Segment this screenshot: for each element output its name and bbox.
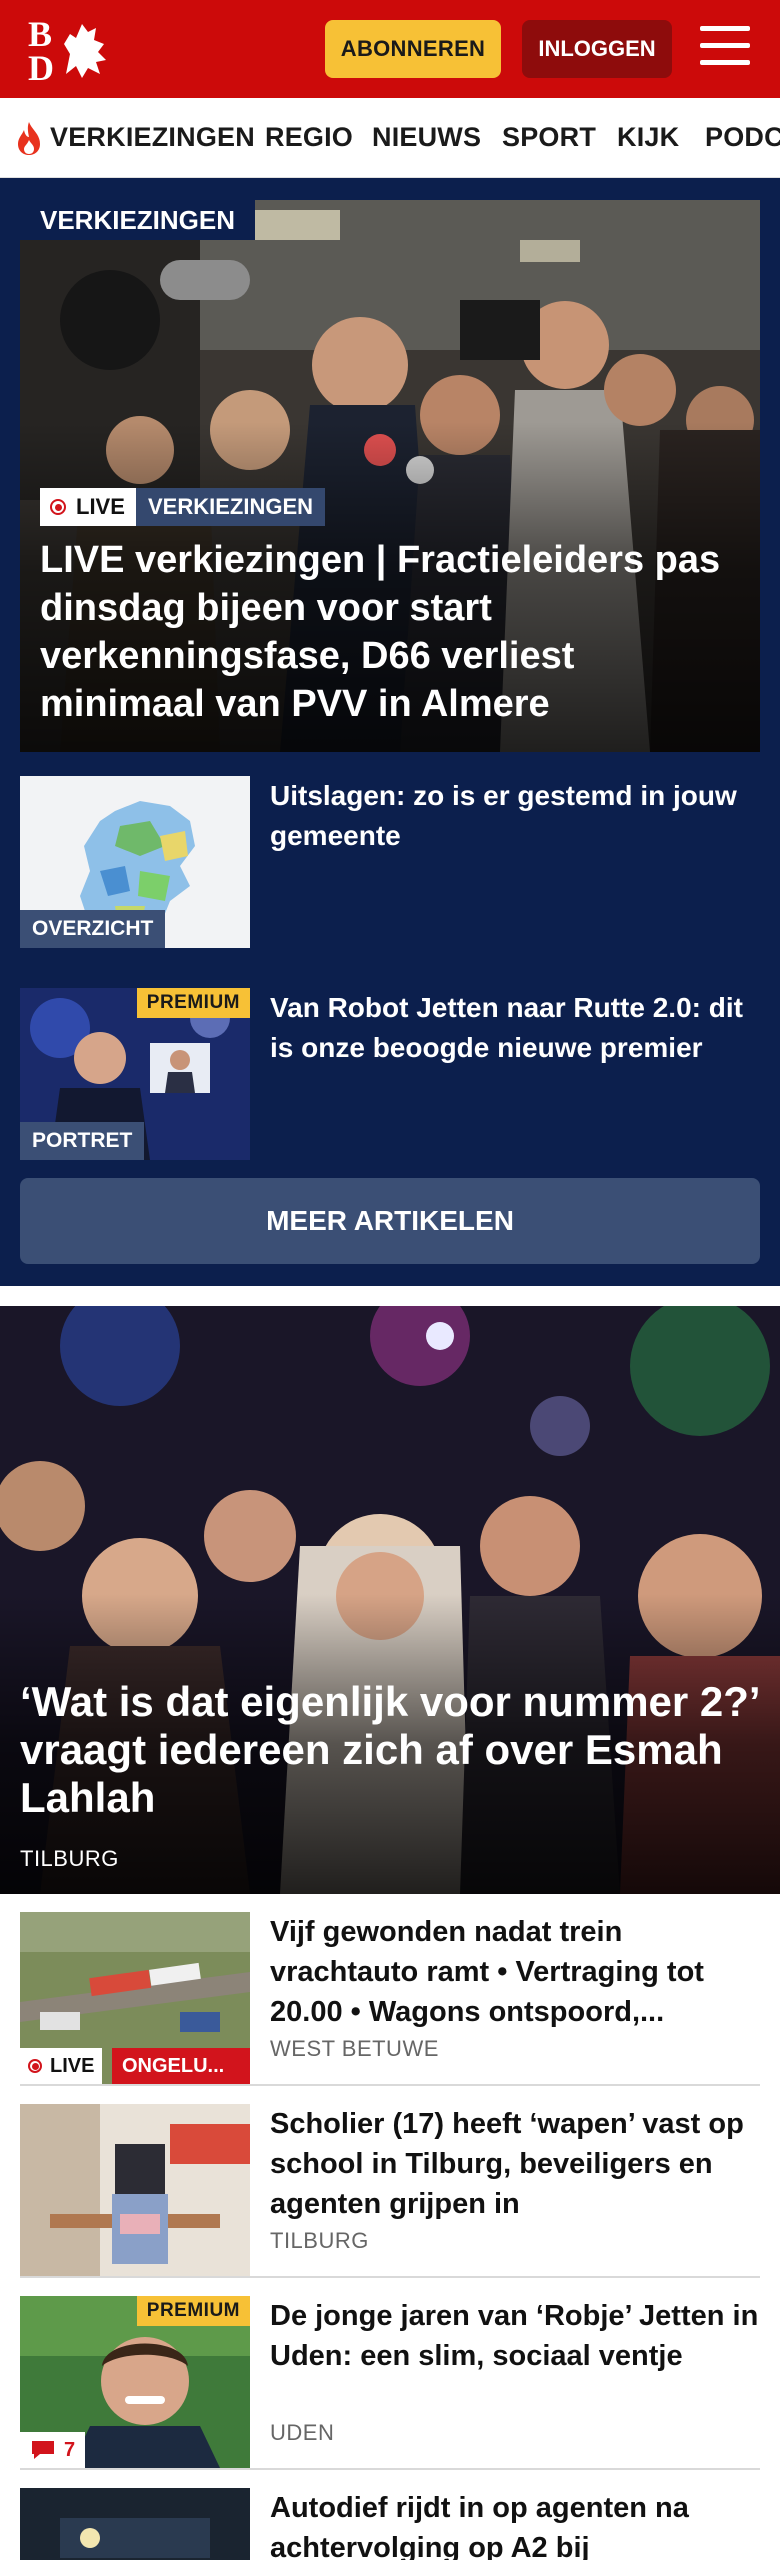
live-dot-icon: [50, 499, 66, 515]
main-nav: VERKIEZINGEN REGIO NIEUWS SPORT KIJK POD…: [0, 98, 780, 178]
comment-count[interactable]: 7: [20, 2432, 86, 2468]
top-bar: B D ABONNEREN INLOGGEN: [0, 0, 780, 98]
bd-logo[interactable]: B D: [26, 14, 118, 88]
featured-article[interactable]: ‘Wat is dat eigenlijk voor nummer 2?’ vr…: [0, 1306, 780, 1894]
comment-count-value: 7: [64, 2438, 76, 2461]
nav-item-nieuws[interactable]: NIEUWS: [372, 122, 481, 153]
card-thumbnail: OVERZICHT: [20, 776, 250, 948]
article-location: UDEN: [270, 2420, 335, 2445]
divider: [20, 2084, 760, 2086]
article-location: WEST BETUWE: [270, 2036, 439, 2061]
article-thumbnail: PREMIUM 7: [20, 2296, 250, 2468]
subscribe-button[interactable]: ABONNEREN: [325, 20, 501, 78]
svg-text:D: D: [28, 48, 54, 84]
nav-item-kijk[interactable]: KIJK: [617, 122, 679, 153]
nav-item-verkiezingen[interactable]: VERKIEZINGEN: [50, 122, 255, 153]
elections-section: VERKIEZINGEN LIVE VERKIEZINGEN LIVE verk…: [0, 178, 780, 1286]
article-thumbnail: [20, 2104, 250, 2276]
live-badge: LIVE: [40, 488, 137, 526]
nav-item-sport[interactable]: SPORT: [502, 122, 596, 153]
divider: [20, 2276, 760, 2278]
list-item[interactable]: Scholier (17) heeft ‘wapen’ vast op scho…: [20, 2104, 760, 2276]
category-badge: VERKIEZINGEN: [136, 488, 326, 526]
divider: [20, 2468, 760, 2470]
list-item[interactable]: PREMIUM 7 De jonge jaren van ‘Robje’ Jet…: [20, 2296, 760, 2468]
card-label: PORTRET: [20, 1122, 145, 1160]
live-dot-icon: [28, 2059, 42, 2073]
elections-card-portrait[interactable]: PREMIUM PORTRET Van Robot Jetten naar Ru…: [20, 988, 760, 1160]
card-label: OVERZICHT: [20, 910, 166, 948]
section-label[interactable]: VERKIEZINGEN: [20, 200, 256, 240]
more-articles-button[interactable]: MEER ARTIKELEN: [20, 1178, 760, 1264]
school-photo: [20, 2104, 250, 2276]
article-headline[interactable]: Scholier (17) heeft ‘wapen’ vast op scho…: [270, 2104, 760, 2224]
article-thumbnail: [20, 2488, 250, 2560]
car-thief-photo: [20, 2488, 250, 2560]
card-thumbnail: PREMIUM PORTRET: [20, 988, 250, 1160]
article-location: TILBURG: [270, 2228, 369, 2253]
nav-item-podcast[interactable]: PODC: [705, 122, 780, 153]
tag-badge: ONGELU...: [112, 2048, 250, 2084]
featured-headline[interactable]: ‘Wat is dat eigenlijk voor nummer 2?’ vr…: [20, 1678, 760, 1822]
bd-logo-mark: B D: [28, 14, 106, 88]
login-button[interactable]: INLOGGEN: [522, 20, 672, 78]
featured-location: TILBURG: [20, 1846, 119, 1871]
premium-badge: PREMIUM: [136, 2296, 250, 2326]
article-headline[interactable]: De jonge jaren van ‘Robje’ Jetten in Ude…: [270, 2296, 760, 2376]
elections-hero-article[interactable]: VERKIEZINGEN LIVE VERKIEZINGEN LIVE verk…: [20, 200, 760, 752]
article-thumbnail: LIVE ONGELU...: [20, 1912, 250, 2084]
menu-icon[interactable]: [700, 26, 752, 70]
article-headline[interactable]: Vijf gewonden nadat trein vrachtauto ram…: [270, 1912, 760, 2032]
live-label: LIVE: [50, 2054, 95, 2077]
list-item[interactable]: Autodief rijdt in op agenten na achtervo…: [20, 2488, 760, 2560]
elections-card-results[interactable]: OVERZICHT Uitslagen: zo is er gestemd in…: [20, 776, 760, 948]
article-headline[interactable]: Autodief rijdt in op agenten na achtervo…: [270, 2488, 760, 2560]
list-item[interactable]: LIVE ONGELU... Vijf gewonden nadat trein…: [20, 1912, 760, 2084]
live-badge: LIVE: [20, 2048, 103, 2084]
live-label: LIVE: [76, 494, 125, 519]
nav-item-regio[interactable]: REGIO: [265, 122, 353, 153]
premium-badge: PREMIUM: [136, 988, 250, 1018]
card-headline[interactable]: Van Robot Jetten naar Rutte 2.0: dit is …: [270, 988, 760, 1068]
comment-icon: [32, 2441, 54, 2459]
hero-headline[interactable]: LIVE verkiezingen | Fractieleiders pas d…: [40, 536, 740, 728]
card-headline[interactable]: Uitslagen: zo is er gestemd in jouw geme…: [270, 776, 760, 856]
flame-icon: [18, 122, 40, 155]
